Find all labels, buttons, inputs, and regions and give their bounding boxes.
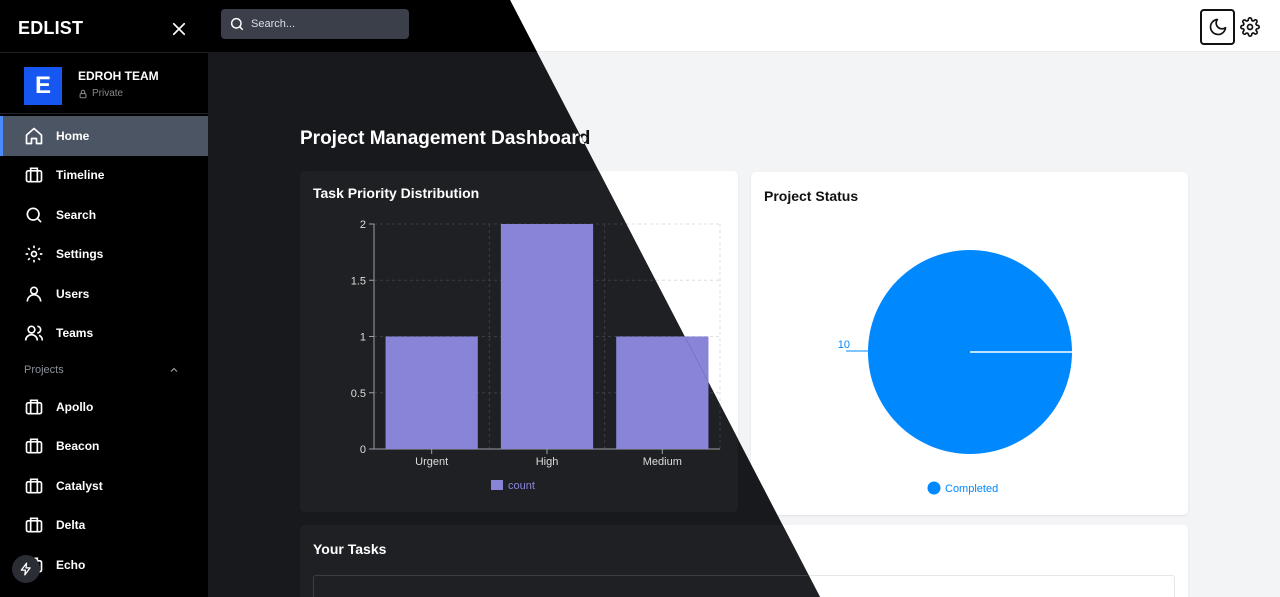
team-name: EDROH TEAM — [78, 69, 159, 83]
lock-icon — [79, 89, 87, 98]
dev-tools-button[interactable] — [12, 555, 40, 583]
sidebar-item-home[interactable]: Home — [0, 116, 208, 156]
sidebar-item-label: Settings — [56, 247, 104, 262]
sidebar-item-label: Apollo — [56, 399, 94, 414]
x-tick-label: Medium — [643, 456, 682, 468]
legend-swatch — [491, 480, 503, 490]
sidebar-project-delta[interactable]: Delta — [0, 506, 208, 546]
sidebar-item-label: Echo — [56, 557, 86, 572]
search-icon — [26, 207, 42, 223]
briefcase-icon — [25, 517, 43, 533]
team-visibility-label: Private — [92, 88, 124, 99]
status-chart-card: Project Status 10 Completed — [751, 172, 1188, 515]
sidebar-item-label: Timeline — [56, 168, 105, 183]
legend-label: Completed — [945, 483, 998, 495]
home-icon — [25, 127, 43, 145]
sidebar-nav: Home Timeline Search Settings Users Team… — [0, 116, 208, 585]
sidebar-project-beacon[interactable]: Beacon — [0, 427, 208, 467]
legend-label: count — [508, 480, 535, 492]
settings-button[interactable] — [1240, 17, 1260, 37]
sidebar-item-users[interactable]: Users — [0, 274, 208, 314]
user-icon — [26, 286, 42, 302]
legend-swatch — [927, 481, 941, 495]
users-icon — [24, 325, 44, 341]
close-sidebar-button[interactable] — [170, 20, 188, 38]
sidebar-item-label: Home — [56, 128, 90, 143]
team-logo: E — [24, 67, 62, 105]
sidebar-item-settings[interactable]: Settings — [0, 235, 208, 275]
sidebar: EDLIST E EDROH TEAM Private Home Timelin… — [0, 0, 208, 597]
team-visibility: Private — [78, 88, 123, 99]
theme-toggle-button[interactable] — [1200, 9, 1235, 45]
bar-high — [500, 224, 594, 449]
sidebar-item-teams[interactable]: Teams — [0, 314, 208, 354]
sidebar-item-label: Delta — [56, 518, 86, 533]
lightning-icon — [20, 562, 31, 576]
briefcase-icon — [25, 167, 43, 183]
sidebar-project-catalyst[interactable]: Catalyst — [0, 466, 208, 506]
y-tick-label: 0 — [360, 444, 366, 456]
pie-data-label: 10 — [838, 339, 850, 351]
y-tick-label: 1 — [360, 332, 366, 344]
x-tick-label: Urgent — [415, 456, 448, 468]
sidebar-item-timeline[interactable]: Timeline — [0, 156, 208, 196]
status-pie-chart: 10 Completed — [838, 250, 1072, 495]
app-brand: EDLIST — [18, 18, 84, 38]
gear-icon — [1240, 17, 1260, 37]
sidebar-item-search[interactable]: Search — [0, 195, 208, 235]
briefcase-icon — [25, 438, 43, 454]
chevron-up-icon — [170, 367, 178, 372]
y-tick-label: 1.5 — [351, 275, 366, 287]
briefcase-icon — [25, 399, 43, 415]
sidebar-item-label: Users — [56, 286, 90, 301]
tasks-title: Your Tasks — [313, 541, 387, 557]
y-tick-label: 0.5 — [351, 388, 366, 400]
search-icon — [230, 17, 244, 31]
gear-icon — [25, 245, 43, 263]
briefcase-icon — [25, 478, 43, 494]
search-placeholder: Search... — [251, 18, 296, 30]
sidebar-project-apollo[interactable]: Apollo — [0, 387, 208, 427]
projects-section-header[interactable]: Projects — [0, 353, 208, 387]
team-panel[interactable]: E EDROH TEAM Private — [0, 52, 208, 114]
sidebar-item-label: Catalyst — [56, 478, 103, 493]
search-bar[interactable]: Search... — [221, 9, 409, 39]
sidebar-item-label: Teams — [56, 326, 94, 341]
projects-label: Projects — [24, 364, 64, 376]
bar-urgent — [385, 336, 478, 449]
moon-icon — [1209, 18, 1226, 36]
y-tick-label: 2 — [360, 219, 366, 231]
sidebar-item-label: Search — [56, 207, 97, 222]
sidebar-item-label: Beacon — [56, 439, 100, 454]
x-tick-label: High — [536, 456, 559, 468]
close-icon — [172, 22, 186, 36]
page-title: Project Management Dashboard — [300, 128, 591, 149]
